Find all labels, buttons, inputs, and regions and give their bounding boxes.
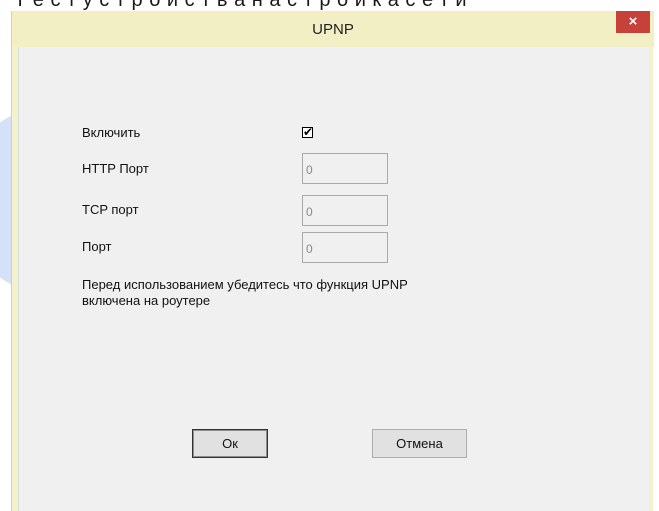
port-field[interactable] — [302, 232, 388, 263]
tcp-port-label: TCP порт — [82, 202, 139, 217]
enable-label: Включить — [82, 125, 141, 140]
dialog-title: UPNP — [312, 21, 354, 38]
tcp-port-field[interactable] — [302, 195, 388, 226]
close-icon: × — [628, 13, 638, 30]
cancel-button[interactable]: Отмена — [372, 429, 467, 458]
port-label: Порт — [82, 239, 112, 254]
upnp-dialog: UPNP × Включить ✔ HTTP Порт TCP порт Пор… — [11, 11, 654, 511]
note-line-1: Перед использованием убедитесь что функц… — [82, 277, 408, 292]
http-port-label: HTTP Порт — [82, 161, 149, 176]
ok-button[interactable]: Ок — [192, 429, 268, 458]
enable-checkbox[interactable]: ✔ — [302, 127, 313, 138]
dialog-client-area: Включить ✔ HTTP Порт TCP порт Порт Перед… — [18, 47, 649, 511]
http-port-field[interactable] — [302, 153, 388, 184]
note-line-2: включена на роутере — [82, 293, 211, 308]
upnp-note: Перед использованием убедитесь что функц… — [82, 277, 522, 309]
screen: Т е с т у с т р о й с т в а н а с т р о … — [0, 0, 659, 511]
title-bar[interactable]: UPNP × — [12, 11, 654, 47]
close-button[interactable]: × — [616, 11, 650, 33]
checkmark-icon: ✔ — [303, 127, 313, 138]
